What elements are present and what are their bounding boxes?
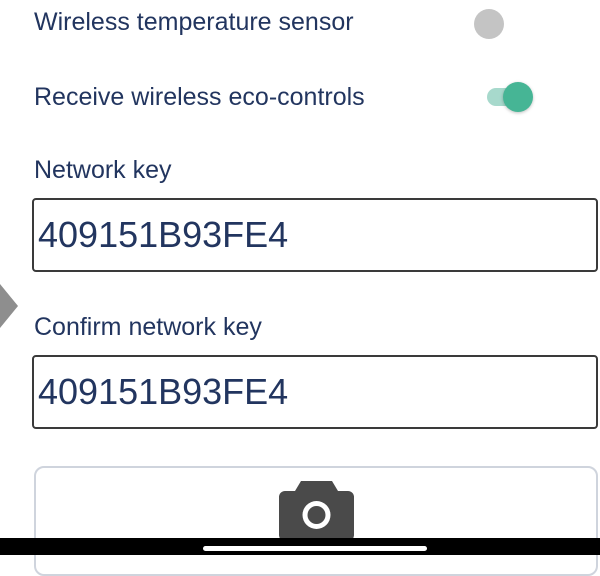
side-arrow-indicator	[0, 284, 18, 328]
receive-eco-controls-label: Receive wireless eco-controls	[34, 83, 365, 111]
confirm-network-key-input[interactable]	[32, 355, 598, 429]
wireless-temperature-sensor-toggle[interactable]	[474, 9, 504, 39]
home-indicator[interactable]	[203, 546, 427, 551]
toggle-knob	[503, 82, 533, 112]
network-key-input[interactable]	[32, 198, 598, 272]
confirm-network-key-label: Confirm network key	[34, 313, 262, 341]
network-key-label: Network key	[34, 156, 172, 184]
camera-icon	[279, 481, 354, 541]
wireless-temperature-sensor-label: Wireless temperature sensor	[34, 8, 354, 36]
